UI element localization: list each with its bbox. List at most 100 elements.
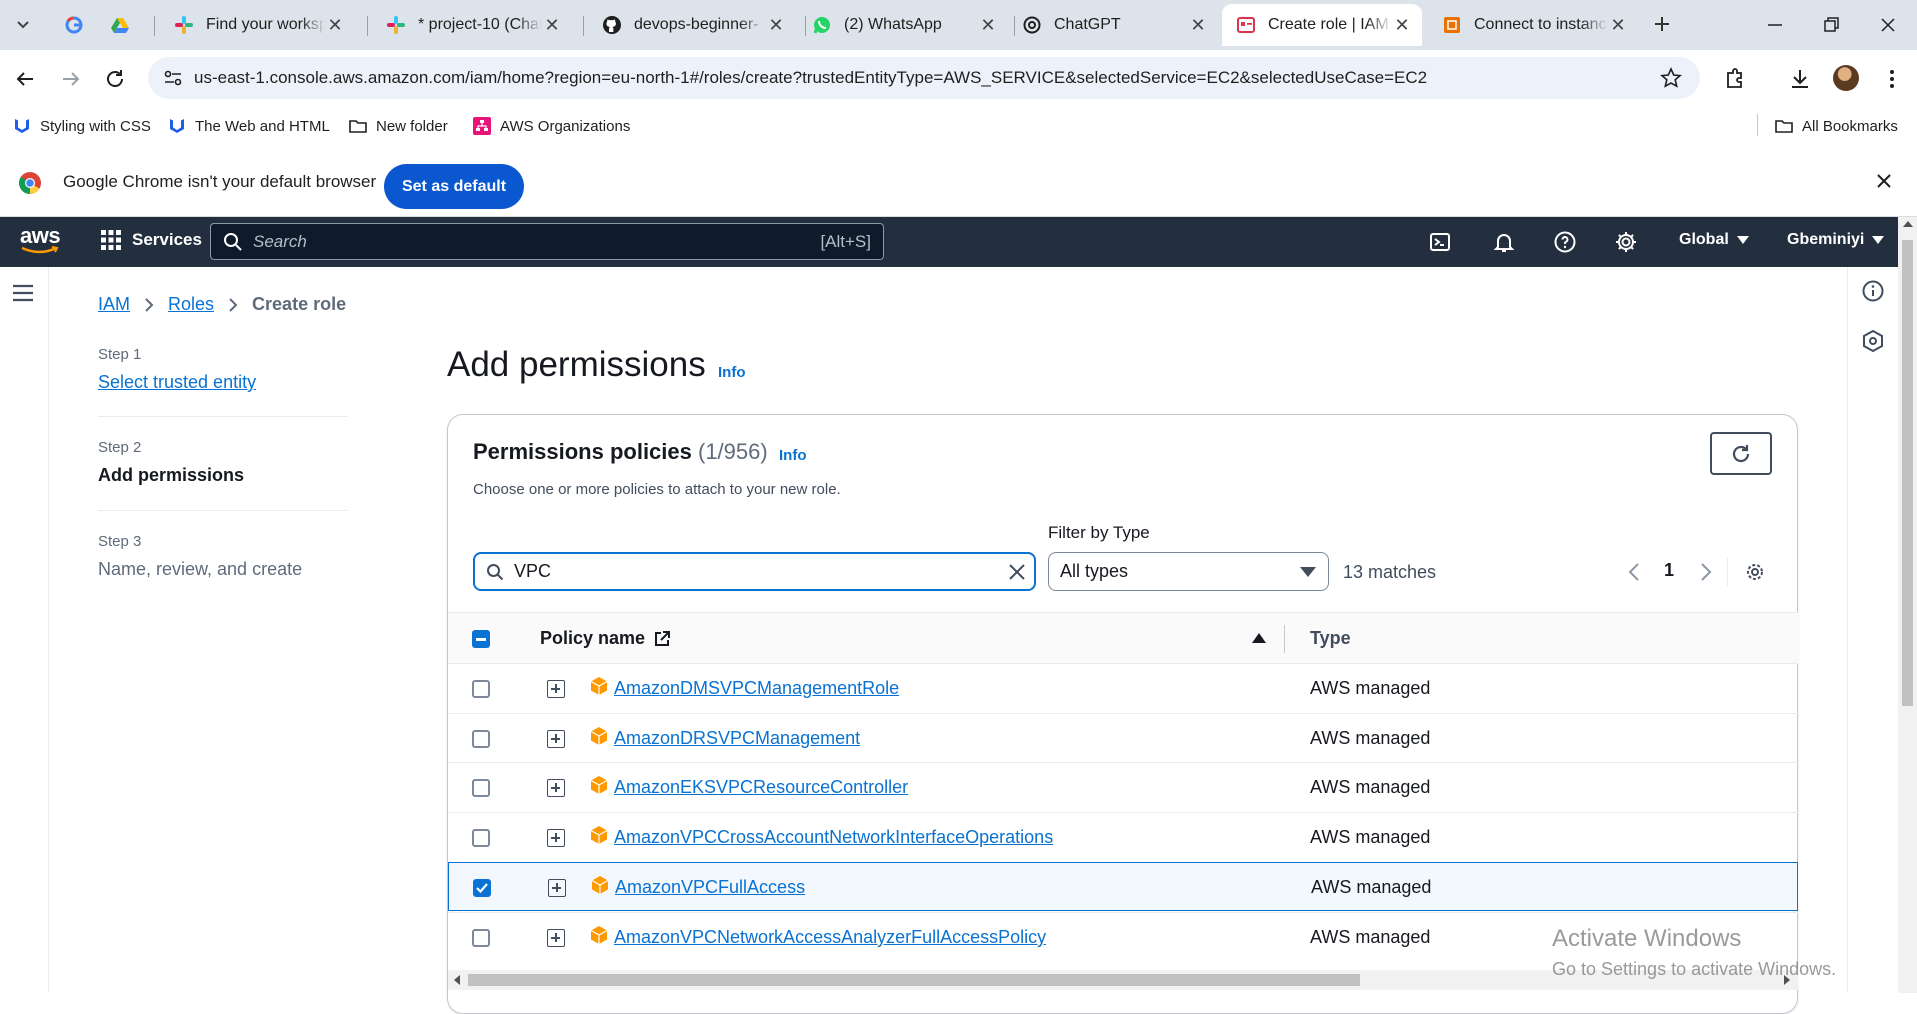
policy-search-input[interactable]: VPC: [473, 552, 1036, 591]
tab-close-icon[interactable]: ✕: [1392, 15, 1412, 36]
hamburger-menu-icon[interactable]: [12, 283, 34, 303]
tab-slack-project[interactable]: * project-10 (Channel) ✕: [372, 4, 572, 46]
policy-name-link[interactable]: AmazonDMSVPCManagementRole: [614, 678, 899, 699]
row-checkbox[interactable]: [472, 730, 490, 748]
policy-name-link[interactable]: AmazonVPCCrossAccountNetworkInterfaceOpe…: [614, 827, 1053, 848]
infobar-close-icon[interactable]: [1874, 171, 1894, 191]
extensions-puzzle-icon[interactable]: [1723, 67, 1747, 91]
page-info-link[interactable]: Info: [718, 364, 746, 381]
tab-search-chevron-icon[interactable]: [12, 13, 34, 35]
scrollbar-thumb[interactable]: [1902, 240, 1913, 706]
expand-plus-icon[interactable]: [547, 779, 565, 797]
scrollbar-thumb[interactable]: [468, 974, 1360, 986]
chatgpt-icon: [1023, 16, 1041, 34]
policy-name-link[interactable]: AmazonDRSVPCManagement: [614, 728, 860, 749]
tab-drive[interactable]: [96, 4, 142, 46]
bookmark-new-folder[interactable]: New folder: [348, 116, 448, 136]
table-row-selected[interactable]: AmazonVPCFullAccess AWS managed: [448, 862, 1798, 911]
row-checkbox[interactable]: [472, 829, 490, 847]
tab-whatsapp[interactable]: (2) WhatsApp ✕: [798, 4, 1008, 46]
expand-plus-icon[interactable]: [548, 879, 566, 897]
aws-logo[interactable]: aws: [20, 225, 61, 256]
expand-plus-icon[interactable]: [547, 829, 565, 847]
policy-name-link[interactable]: AmazonVPCFullAccess: [615, 877, 805, 898]
breadcrumb-roles[interactable]: Roles: [168, 294, 214, 315]
back-arrow-icon[interactable]: [14, 68, 36, 90]
chevron-right-icon: [229, 297, 238, 312]
window-restore-icon[interactable]: [1822, 15, 1842, 35]
search-icon: [223, 232, 243, 252]
new-tab-plus-icon[interactable]: [1650, 12, 1674, 36]
sort-ascending-icon[interactable]: [1252, 633, 1266, 643]
expand-plus-icon[interactable]: [547, 929, 565, 947]
tab-slack-workspace[interactable]: Find your workspace ✕: [160, 4, 355, 46]
tab-close-icon[interactable]: ✕: [978, 15, 998, 36]
row-checkbox[interactable]: [472, 779, 490, 797]
address-bar[interactable]: us-east-1.console.aws.amazon.com/iam/hom…: [148, 57, 1700, 99]
aws-policy-cube-icon: [590, 727, 608, 745]
downloads-icon[interactable]: [1788, 67, 1812, 91]
bookmark-web-html[interactable]: The Web and HTML: [167, 116, 330, 136]
region-selector[interactable]: Global: [1679, 231, 1749, 249]
set-as-default-button[interactable]: Set as default: [384, 164, 524, 209]
security-hexagon-icon[interactable]: [1862, 330, 1884, 352]
help-question-icon[interactable]: [1553, 230, 1577, 254]
tab-chatgpt[interactable]: ChatGPT ✕: [1008, 4, 1218, 46]
tab-close-icon[interactable]: ✕: [766, 15, 786, 36]
bookmark-styling-css[interactable]: Styling with CSS: [12, 116, 151, 136]
tab-close-icon[interactable]: ✕: [542, 15, 562, 36]
breadcrumb-iam[interactable]: IAM: [98, 294, 130, 315]
col-policy-name-header[interactable]: Policy name: [540, 628, 671, 649]
col-type-header[interactable]: Type: [1310, 628, 1351, 649]
services-menu[interactable]: Services: [100, 229, 202, 251]
bookmark-aws-organizations[interactable]: AWS Organizations: [472, 116, 630, 136]
all-bookmarks-label: All Bookmarks: [1802, 117, 1898, 135]
step-1-link[interactable]: Select trusted entity: [98, 372, 256, 393]
page-vertical-scrollbar[interactable]: [1898, 217, 1917, 993]
profile-avatar[interactable]: [1833, 65, 1859, 91]
window-minimize-icon[interactable]: [1765, 15, 1785, 35]
table-row[interactable]: AmazonVPCCrossAccountNetworkInterfaceOpe…: [448, 812, 1798, 861]
tab-connect-instance[interactable]: Connect to instance ✕: [1428, 4, 1638, 46]
table-row[interactable]: AmazonDMSVPCManagementRole AWS managed: [448, 663, 1798, 712]
tab-close-icon[interactable]: ✕: [325, 15, 345, 36]
browser-menu-kebab-icon[interactable]: [1880, 67, 1904, 91]
site-info-icon[interactable]: [162, 67, 184, 89]
row-checkbox-checked[interactable]: [473, 879, 491, 897]
tab-title: * project-10 (Channel): [418, 16, 542, 33]
reload-icon[interactable]: [104, 68, 126, 90]
expand-plus-icon[interactable]: [547, 730, 565, 748]
aws-search-input[interactable]: Search [Alt+S]: [210, 223, 884, 260]
refresh-button[interactable]: [1710, 432, 1772, 475]
notifications-bell-icon[interactable]: [1492, 230, 1516, 254]
next-page-chevron-icon[interactable]: [1700, 562, 1712, 582]
select-all-checkbox[interactable]: [472, 630, 490, 648]
table-row[interactable]: AmazonDRSVPCManagement AWS managed: [448, 713, 1798, 762]
info-panel-icon[interactable]: [1862, 280, 1884, 302]
current-page-number[interactable]: 1: [1664, 560, 1674, 581]
filter-type-select[interactable]: All types: [1048, 552, 1329, 591]
tab-close-icon[interactable]: ✕: [1188, 15, 1208, 36]
all-bookmarks[interactable]: All Bookmarks: [1774, 116, 1898, 136]
expand-plus-icon[interactable]: [547, 680, 565, 698]
tab-close-icon[interactable]: ✕: [1608, 15, 1628, 36]
tab-create-role-iam[interactable]: Create role | IAM | Global ✕: [1222, 4, 1422, 46]
table-preferences-gear-icon[interactable]: [1744, 561, 1766, 583]
tab-google[interactable]: [50, 4, 96, 46]
forward-arrow-icon[interactable]: [60, 68, 82, 90]
table-row[interactable]: AmazonEKSVPCResourceController AWS manag…: [448, 762, 1798, 811]
policy-name-link[interactable]: AmazonEKSVPCResourceController: [614, 777, 908, 798]
panel-info-link[interactable]: Info: [779, 447, 807, 464]
tab-github[interactable]: devops-beginner- ✕: [588, 4, 796, 46]
bookmark-star-icon[interactable]: [1660, 67, 1682, 89]
row-checkbox[interactable]: [472, 680, 490, 698]
account-menu[interactable]: Gbeminiyi: [1787, 231, 1885, 249]
policy-name-link[interactable]: AmazonVPCNetworkAccessAnalyzerFullAccess…: [614, 927, 1046, 948]
prev-page-chevron-icon[interactable]: [1628, 562, 1640, 582]
clear-search-icon[interactable]: [1008, 563, 1026, 581]
cloudshell-icon[interactable]: [1428, 230, 1452, 254]
window-close-icon[interactable]: [1878, 15, 1898, 35]
row-checkbox[interactable]: [472, 929, 490, 947]
aws-top-nav: aws Services Search [Alt+S] Global Gbemi…: [0, 217, 1898, 267]
settings-gear-icon[interactable]: [1614, 230, 1638, 254]
